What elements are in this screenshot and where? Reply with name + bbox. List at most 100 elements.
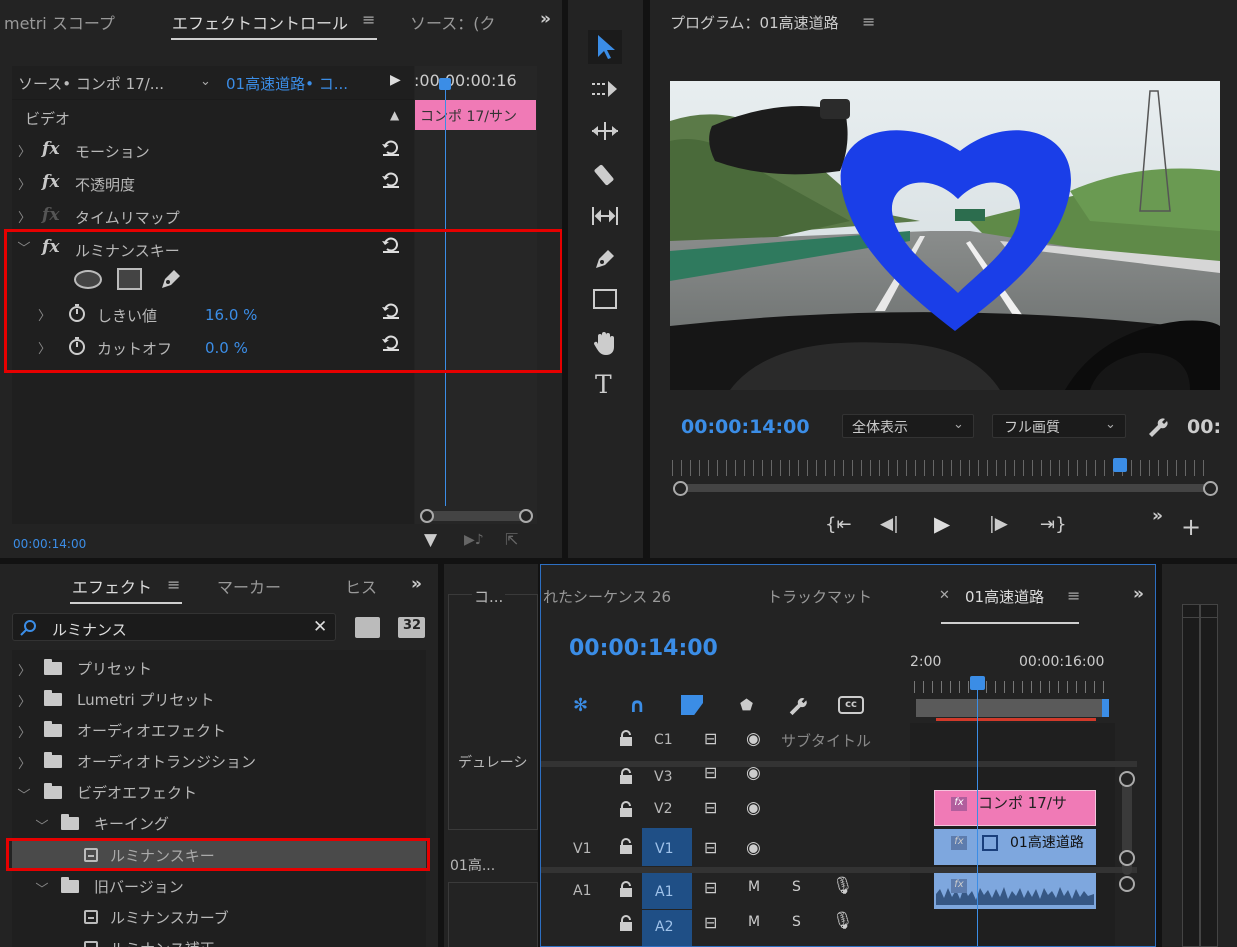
timeline-ruler[interactable] <box>914 681 1104 693</box>
chevron-right-icon[interactable]: 〉 <box>18 691 31 710</box>
scroll-handle-audio[interactable] <box>1119 876 1135 892</box>
timeline-settings-icon[interactable] <box>787 694 809 716</box>
mark-out-icon[interactable]: ⇥} <box>1040 514 1067 535</box>
program-video-frame[interactable] <box>670 81 1220 390</box>
effect-time-remap[interactable]: タイムリマップ <box>75 207 180 228</box>
eye-icon[interactable]: ◉ <box>746 838 761 858</box>
lock-icon[interactable] <box>619 730 633 746</box>
tab-track-matte[interactable]: トラックマット <box>767 586 872 607</box>
sync-lock-icon[interactable]: ⊟ <box>704 838 717 857</box>
work-area-end[interactable] <box>1102 699 1109 717</box>
scroll-up-icon[interactable]: ▲ <box>390 108 399 122</box>
tab-effect-controls[interactable]: エフェクトコントロール <box>172 10 348 34</box>
clip-label[interactable]: 01高速道路• コ... <box>226 73 348 94</box>
chevron-down-icon[interactable]: 〉 <box>33 882 52 895</box>
sync-lock-icon[interactable]: ⊟ <box>704 878 717 897</box>
scroll-handle-right[interactable] <box>519 509 533 523</box>
razor-tool-icon[interactable] <box>591 162 619 190</box>
work-area-bar[interactable] <box>916 699 1102 717</box>
tree-item[interactable]: 旧バージョン <box>94 876 184 897</box>
fx-icon[interactable]: fx <box>42 139 59 159</box>
slip-tool-icon[interactable] <box>590 205 620 227</box>
effect-motion[interactable]: モーション <box>75 141 150 162</box>
step-back-icon[interactable]: ◀| <box>880 514 899 534</box>
chevron-right-icon[interactable]: 〉 <box>18 207 31 226</box>
lock-icon[interactable] <box>619 768 633 784</box>
chevron-right-icon[interactable]: 〉 <box>18 660 31 679</box>
play-audio-icon[interactable]: ▶♪ <box>464 532 484 548</box>
tree-item[interactable]: キーイング <box>94 813 169 834</box>
tree-item[interactable]: プリセット <box>77 658 152 679</box>
ripple-edit-tool-icon[interactable] <box>590 120 620 142</box>
add-marker-icon[interactable]: ⬟ <box>740 696 753 714</box>
linked-selection-icon[interactable] <box>681 695 703 715</box>
tab-markers[interactable]: マーカー <box>217 574 281 598</box>
lock-icon[interactable] <box>619 881 633 897</box>
eye-icon[interactable]: ◉ <box>746 798 761 818</box>
scroll-handle-left[interactable] <box>673 481 688 496</box>
play-only-icon[interactable]: ▶ <box>390 72 401 88</box>
scroll-handle-left[interactable] <box>420 509 434 523</box>
solo-button[interactable]: S <box>792 879 801 895</box>
panel-menu-icon[interactable]: ≡ <box>1067 586 1080 605</box>
clear-search-icon[interactable]: ✕ <box>313 617 327 637</box>
chevron-down-icon[interactable]: 〉 <box>33 819 52 832</box>
playhead-handle[interactable] <box>439 78 451 90</box>
snap-sequence-icon[interactable]: ✻ <box>573 695 588 716</box>
step-forward-icon[interactable]: |▶ <box>989 514 1008 534</box>
scroll-handle-top[interactable] <box>1119 771 1135 787</box>
lock-icon[interactable] <box>619 915 633 931</box>
tree-item[interactable]: ルミナンスカーブ <box>110 907 229 928</box>
tab-history[interactable]: ヒス <box>345 574 377 598</box>
chevron-down-icon[interactable]: ⌄ <box>200 74 211 89</box>
mute-button[interactable]: M <box>748 879 760 895</box>
tab-highway[interactable]: 01高速道路 <box>965 586 1044 607</box>
search-input[interactable]: ルミナンス <box>52 619 127 640</box>
chevron-right-icon[interactable]: 〉 <box>18 174 31 193</box>
program-ruler[interactable] <box>672 460 1212 476</box>
effect-opacity[interactable]: 不透明度 <box>75 174 135 195</box>
chevron-down-icon[interactable]: 〉 <box>15 788 34 801</box>
mute-button[interactable]: M <box>748 914 760 930</box>
solo-button[interactable]: S <box>792 914 801 930</box>
scroll-handle-right[interactable] <box>1203 481 1218 496</box>
chevron-right-icon[interactable]: 〉 <box>18 722 31 741</box>
mini-scrollbar[interactable] <box>420 511 530 521</box>
microphone-icon[interactable]: 🎙 <box>832 911 854 931</box>
sync-lock-icon[interactable]: ⊟ <box>704 913 717 932</box>
timeline-playhead-handle[interactable] <box>970 676 985 690</box>
lock-icon[interactable] <box>619 801 633 817</box>
program-playhead[interactable] <box>1113 458 1127 472</box>
panel-menu-icon[interactable]: ≡ <box>362 10 375 29</box>
program-timecode[interactable]: 00:00:14:00 <box>681 416 810 438</box>
tab-source[interactable]: ソース：(ク <box>410 10 495 34</box>
tab-lumetri-scopes[interactable]: metri スコープ <box>4 10 115 34</box>
play-icon[interactable]: ▶ <box>934 512 950 536</box>
source-track-a1[interactable]: A1 <box>573 883 591 899</box>
type-tool-icon[interactable]: T <box>595 370 612 399</box>
tree-item[interactable]: ビデオエフェクト <box>77 782 197 803</box>
sync-lock-icon[interactable]: ⊟ <box>704 798 717 817</box>
tree-item[interactable]: オーディオトランジション <box>77 751 256 772</box>
tree-item[interactable]: オーディオエフェクト <box>77 720 226 741</box>
add-button-icon[interactable]: + <box>1181 513 1201 541</box>
rectangle-tool-icon[interactable] <box>593 289 617 309</box>
track-select-tool-icon[interactable] <box>590 78 620 100</box>
program-title[interactable]: プログラム：01高速道路 <box>670 12 839 33</box>
microphone-icon[interactable]: 🎙 <box>832 876 854 896</box>
eye-icon[interactable]: ◉ <box>746 763 761 783</box>
overflow-icon[interactable]: » <box>1133 584 1144 604</box>
chevron-right-icon[interactable]: 〉 <box>18 141 31 160</box>
overflow-icon[interactable]: » <box>1152 506 1163 526</box>
tree-item[interactable]: Lumetri プリセット <box>77 689 214 710</box>
program-scrollbar[interactable] <box>680 484 1210 492</box>
overflow-icon[interactable]: » <box>411 574 422 594</box>
chevron-right-icon[interactable]: 〉 <box>18 753 31 772</box>
snap-icon[interactable]: ∩ <box>629 693 645 717</box>
overflow-icon[interactable]: » <box>540 9 551 29</box>
reset-icon[interactable] <box>381 171 401 189</box>
eye-icon[interactable]: ◉ <box>746 729 761 749</box>
effect-controls-timecode[interactable]: 00:00:14:00 <box>13 537 86 551</box>
mark-in-icon[interactable]: {⇤ <box>825 514 852 535</box>
sync-lock-icon[interactable]: ⊟ <box>704 729 717 748</box>
